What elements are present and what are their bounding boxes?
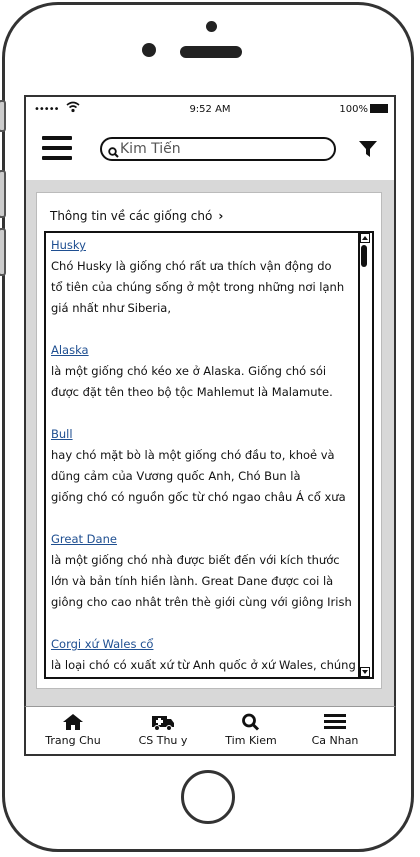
list-item: Corgi xứ Wales cổ là loại chó có xuất xứ … <box>51 634 356 676</box>
breed-title-link[interactable]: Great Dane <box>51 529 356 550</box>
breed-description-line: Chó Husky là giống chó rất ưa thích vận … <box>51 259 332 273</box>
breed-description-line: là một giống chó nhà được biết đến với k… <box>51 553 340 567</box>
scrollbar[interactable] <box>358 233 370 677</box>
list-item: Husky Chó Husky là giống chó rất ưa thích… <box>51 235 356 319</box>
home-button[interactable] <box>181 770 235 824</box>
phone-volume-up <box>0 170 6 218</box>
tab-cs-thu-y[interactable]: CS Thu y <box>123 713 203 747</box>
breed-title-link[interactable]: Husky <box>51 235 356 256</box>
phone-volume-down <box>0 228 6 276</box>
breed-description-line: dũng cảm của Vương quốc Anh, Chó Bun là <box>51 469 301 483</box>
breed-title-link[interactable]: Bull <box>51 424 356 445</box>
phone-camera <box>142 43 156 57</box>
search-input[interactable] <box>120 140 320 158</box>
breed-description-line: tổ tiên của chúng sống ở một trong những… <box>51 280 345 294</box>
breed-list[interactable]: Husky Chó Husky là giống chó rất ưa thích… <box>44 231 374 679</box>
tab-ca-nhan[interactable]: Ca Nhan <box>295 713 375 747</box>
tab-label: Tim Kiem <box>225 734 277 747</box>
battery-icon <box>370 104 388 113</box>
breed-description-line: là loại chó có xuất xứ từ Anh quốc ở xứ … <box>51 658 356 672</box>
scroll-down-arrow-icon[interactable] <box>360 667 370 677</box>
search-box[interactable] <box>100 137 336 161</box>
status-bar: ••••• 9:52 AM 100% <box>26 97 394 122</box>
tab-label: Trang Chu <box>45 734 101 747</box>
tab-trang-chu[interactable]: Trang Chu <box>33 713 113 747</box>
filter-icon[interactable] <box>358 139 378 163</box>
phone-speaker <box>180 46 242 58</box>
list-item: Great Dane là một giống chó nhà được biết… <box>51 529 356 613</box>
search-icon <box>242 713 260 731</box>
breed-description-line: được đặt tên theo bộ tộc Mahlemut là Mal… <box>51 385 333 399</box>
tab-label: CS Thu y <box>138 734 188 747</box>
search-icon <box>108 143 119 162</box>
home-icon <box>63 714 83 730</box>
app-header <box>26 122 394 180</box>
menu-bars-icon <box>324 714 346 729</box>
tab-label: Ca Nhan <box>311 734 359 747</box>
breed-description-line: là một giống chó kéo xe ở Alaska. Giống … <box>51 364 327 378</box>
list-item: Bull hay chó mặt bò là một giống chó đầu … <box>51 424 356 508</box>
breed-title-link[interactable]: Corgi xứ Wales cổ <box>51 634 356 655</box>
battery-percent: 100% <box>339 104 368 115</box>
breed-title-link[interactable]: Alaska <box>51 340 356 361</box>
content-panel: Thông tin về các giống chó › Husky Chó Hus… <box>36 192 382 689</box>
ambulance-icon <box>152 716 174 731</box>
phone-side-button <box>0 100 6 132</box>
phone-sensor <box>206 21 217 32</box>
battery-indicator: 100% <box>339 104 388 115</box>
scroll-up-arrow-icon[interactable] <box>360 233 370 243</box>
breadcrumb-label: Thông tin về các giống chó <box>50 209 213 223</box>
chevron-right-icon: › <box>218 209 224 223</box>
breed-description-line: giá nhất như Siberia, <box>51 301 172 315</box>
breadcrumb[interactable]: Thông tin về các giống chó › <box>50 209 223 223</box>
breed-list-content: Husky Chó Husky là giống chó rất ưa thích… <box>51 235 356 677</box>
list-item: Alaska là một giống chó kéo xe ở Alaska. … <box>51 340 356 403</box>
hamburger-icon[interactable] <box>42 136 72 162</box>
breed-description-line: hay chó mặt bò là một giống chó đầu to, … <box>51 448 335 462</box>
scrollbar-thumb[interactable] <box>361 245 367 267</box>
tab-tim-kiem[interactable]: Tim Kiem <box>211 713 291 747</box>
breed-description-line: giông cho cao nhât trên thè giới cùng vớ… <box>51 595 352 609</box>
breed-description-line: giống chó có nguồn gốc từ chó ngao châu … <box>51 490 346 504</box>
app-screen: ••••• 9:52 AM 100% Thông tin về các giốn… <box>24 95 396 710</box>
breed-description-line: lớn và bản tính hiền lành. Great Dane đư… <box>51 574 334 588</box>
